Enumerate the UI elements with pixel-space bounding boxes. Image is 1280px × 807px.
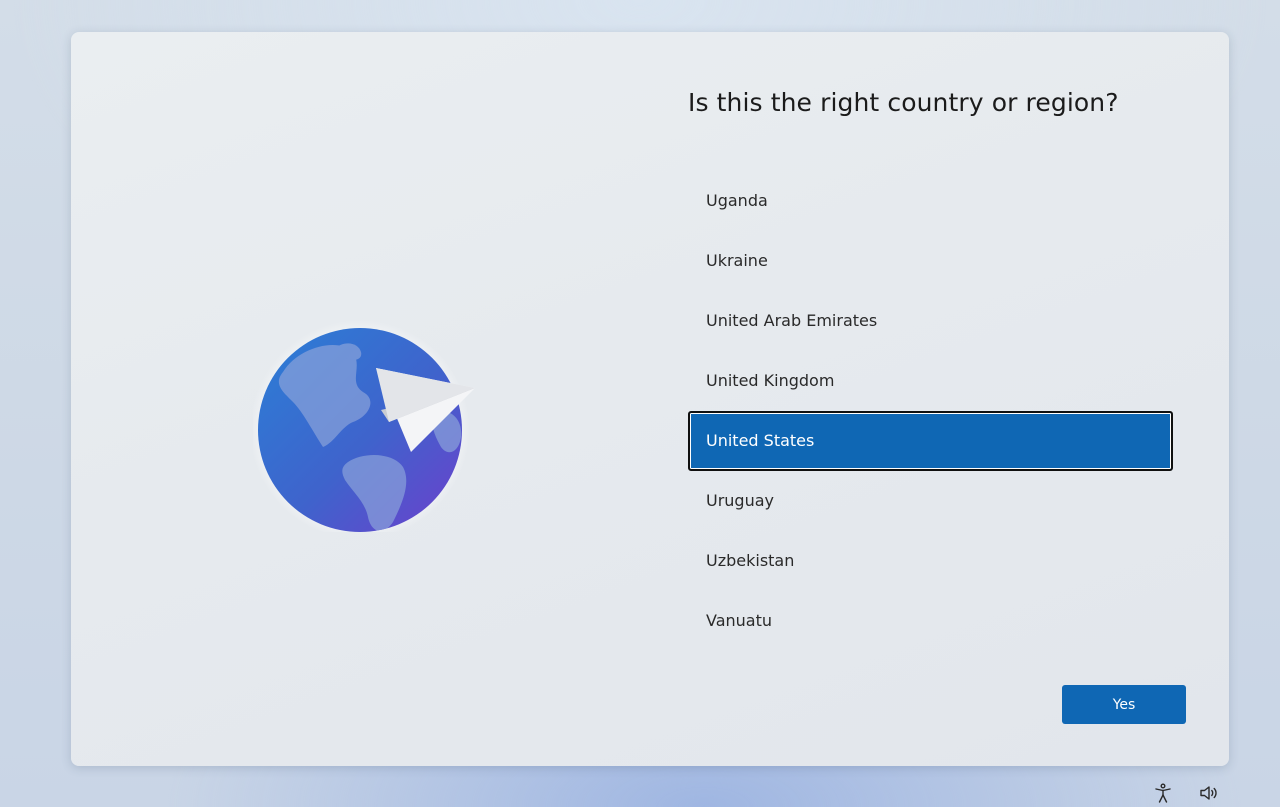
list-item[interactable]: Uganda — [688, 171, 1173, 231]
list-item[interactable]: United Arab Emirates — [688, 291, 1173, 351]
globe-with-paper-plane-icon — [250, 292, 493, 540]
list-item[interactable]: Uruguay — [688, 471, 1173, 531]
list-item[interactable]: Ukraine — [688, 231, 1173, 291]
yes-button[interactable]: Yes — [1062, 685, 1186, 724]
list-item[interactable]: Uzbekistan — [688, 531, 1173, 591]
setup-card: Is this the right country or region? Uga… — [71, 32, 1229, 766]
list-item[interactable]: United Kingdom — [688, 351, 1173, 411]
volume-icon[interactable] — [1198, 782, 1220, 804]
accessibility-icon[interactable] — [1152, 782, 1174, 804]
list-item[interactable]: Vanuatu — [688, 591, 1173, 651]
country-list[interactable]: Uganda Ukraine United Arab Emirates Unit… — [688, 171, 1173, 651]
page-title: Is this the right country or region? — [688, 88, 1119, 117]
list-item-selected[interactable]: United States — [688, 411, 1173, 471]
